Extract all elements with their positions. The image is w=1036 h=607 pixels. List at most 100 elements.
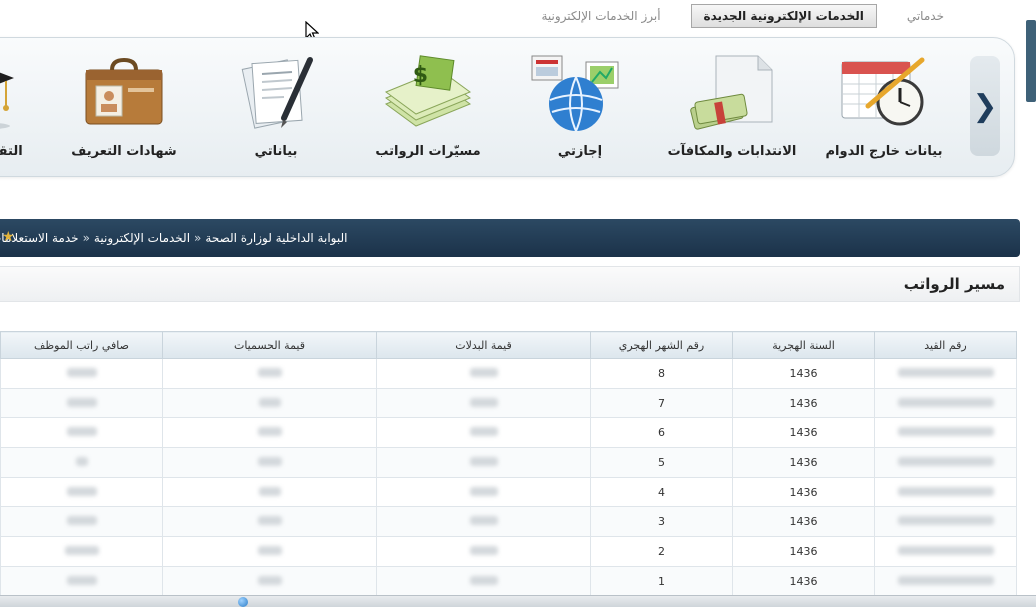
service-overtime-data[interactable]: بيانات خارج الدوام — [814, 50, 954, 159]
allowances-cell — [376, 358, 591, 389]
graduation-cap-icon — [0, 50, 22, 134]
deductions-cell — [162, 387, 377, 419]
table-row[interactable]: 1436 2 — [0, 536, 1017, 567]
service-id-certificates[interactable]: شهادات التعريف — [54, 50, 194, 159]
table-header-row: رقم القيد السنة الهجرية رقم الشهر الهجري… — [0, 331, 1017, 359]
breadcrumb: البوابة الداخلية لوزارة الصحة « الخدمات … — [0, 219, 1020, 257]
hijri-year-cell: 1436 — [732, 506, 875, 538]
globe-icon — [238, 597, 248, 607]
net-salary-cell — [0, 476, 163, 508]
globe-screens-icon — [530, 50, 630, 134]
column-header-allowances[interactable]: قيمة البدلات — [376, 331, 591, 359]
page-frame: أبرز الخدمات الإلكترونية الخدمات الإلكتر… — [0, 0, 1036, 607]
calendar-clock-icon — [834, 50, 934, 134]
deductions-cell — [162, 565, 377, 597]
deductions-cell — [162, 447, 377, 478]
table-row[interactable]: 1436 3 — [0, 506, 1017, 538]
briefcase-icon — [74, 50, 174, 134]
allowances-cell — [376, 506, 591, 538]
hijri-year-cell: 1436 — [732, 536, 875, 567]
tab-my-services[interactable]: خدماتي — [901, 5, 950, 27]
net-salary-cell — [0, 447, 163, 478]
hijri-month-cell: 4 — [590, 476, 733, 508]
service-label: بيانات خارج الدوام — [825, 144, 943, 159]
services-list: التقديم للإبتعاث شهادات التعريف — [0, 50, 954, 159]
service-my-data[interactable]: بياناتي — [206, 50, 346, 159]
hijri-month-cell: 8 — [590, 358, 733, 389]
allowances-cell — [376, 476, 591, 508]
breadcrumb-eservices[interactable]: الخدمات الإلكترونية — [94, 231, 190, 245]
table-row[interactable]: 1436 1 — [0, 565, 1017, 597]
hijri-month-cell: 3 — [590, 506, 733, 538]
service-my-leave[interactable]: إجازتي — [510, 50, 650, 159]
service-label: إجازتي — [557, 144, 603, 159]
table-row[interactable]: 1436 6 — [0, 417, 1017, 449]
status-bar — [0, 595, 1036, 607]
record-no-cell — [874, 387, 1017, 419]
record-no-cell — [874, 476, 1017, 508]
service-payroll[interactable]: $ مسيّرات الرواتب — [358, 50, 498, 159]
record-no-cell — [874, 536, 1017, 567]
deductions-cell — [162, 417, 377, 449]
tab-top-services[interactable]: أبرز الخدمات الإلكترونية — [536, 5, 667, 27]
column-header-net-salary[interactable]: صافي راتب الموظف — [0, 331, 163, 359]
net-salary-cell — [0, 358, 163, 389]
deductions-cell — [162, 476, 377, 508]
carousel-next-button[interactable]: ❯ — [970, 56, 1000, 156]
hijri-month-cell: 7 — [590, 387, 733, 419]
page-title: مسير الرواتب — [0, 266, 1020, 302]
deductions-cell — [162, 506, 377, 538]
service-label: شهادات التعريف — [71, 144, 177, 159]
column-header-hijri-year[interactable]: السنة الهجرية — [732, 331, 875, 359]
deductions-cell — [162, 358, 377, 389]
service-label: الانتدابات والمكافآت — [667, 144, 797, 159]
hijri-year-cell: 1436 — [732, 565, 875, 597]
hijri-year-cell: 1436 — [732, 387, 875, 419]
hijri-year-cell: 1436 — [732, 417, 875, 449]
tab-new-services[interactable]: الخدمات الإلكترونية الجديدة — [690, 4, 877, 28]
deductions-cell — [162, 536, 377, 567]
chevron-right-icon: ❯ — [972, 88, 998, 124]
page-money-icon — [682, 50, 782, 134]
service-assignments-rewards[interactable]: الانتدابات والمكافآت — [662, 50, 802, 159]
payroll-table: رقم القيد السنة الهجرية رقم الشهر الهجري… — [0, 331, 1017, 597]
service-label: بياناتي — [254, 144, 298, 159]
document-pen-icon — [226, 50, 326, 134]
record-no-cell — [874, 447, 1017, 478]
net-salary-cell — [0, 506, 163, 538]
net-salary-cell — [0, 565, 163, 597]
allowances-cell — [376, 536, 591, 567]
breadcrumb-home[interactable]: البوابة الداخلية لوزارة الصحة — [205, 231, 347, 245]
page-scrollbar[interactable] — [1026, 20, 1036, 102]
top-tabs: أبرز الخدمات الإلكترونية الخدمات الإلكتر… — [536, 4, 951, 28]
table-row[interactable]: 1436 5 — [0, 447, 1017, 478]
allowances-cell — [376, 387, 591, 419]
allowances-cell — [376, 417, 591, 449]
service-label: التقديم للإبتعاث — [0, 144, 23, 159]
service-scholarship[interactable]: التقديم للإبتعاث — [0, 50, 42, 159]
hijri-month-cell: 6 — [590, 417, 733, 449]
hijri-year-cell: 1436 — [732, 447, 875, 478]
net-salary-cell — [0, 387, 163, 419]
table-row[interactable]: 1436 4 — [0, 476, 1017, 508]
record-no-cell — [874, 358, 1017, 389]
breadcrumb-separator: « — [82, 231, 90, 245]
column-header-deductions[interactable]: قيمة الحسميات — [162, 331, 377, 359]
table-row[interactable]: 1436 7 — [0, 387, 1017, 419]
table-row[interactable]: 1436 8 — [0, 358, 1017, 389]
money-stack-icon: $ — [378, 50, 478, 134]
star-icon[interactable]: ★ — [2, 229, 15, 245]
allowances-cell — [376, 565, 591, 597]
hijri-month-cell: 1 — [590, 565, 733, 597]
services-carousel: ❯ التقديم للإبتعاث — [0, 37, 1015, 177]
column-header-hijri-month[interactable]: رقم الشهر الهجري — [590, 331, 733, 359]
hijri-year-cell: 1436 — [732, 476, 875, 508]
net-salary-cell — [0, 536, 163, 567]
hijri-month-cell: 2 — [590, 536, 733, 567]
allowances-cell — [376, 447, 591, 478]
column-header-record-no[interactable]: رقم القيد — [874, 331, 1017, 359]
breadcrumb-separator: « — [194, 231, 202, 245]
record-no-cell — [874, 565, 1017, 597]
record-no-cell — [874, 417, 1017, 449]
svg-text:$: $ — [413, 63, 428, 88]
